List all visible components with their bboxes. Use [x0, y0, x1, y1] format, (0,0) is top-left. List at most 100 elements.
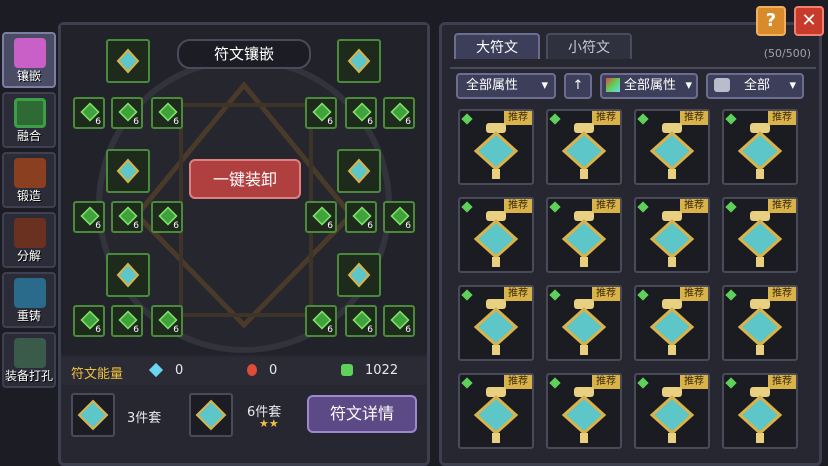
small-rune-slot[interactable]: 6 [383, 201, 415, 233]
rune-icon [473, 123, 519, 179]
set6-slot[interactable] [189, 393, 233, 437]
small-rune-slot[interactable]: 6 [111, 201, 143, 233]
big-rune-slot[interactable] [106, 253, 150, 297]
slot-level: 6 [405, 221, 411, 231]
nav-forge[interactable]: 锻造 [2, 152, 56, 208]
socket-icon [14, 338, 46, 368]
rune-icon [116, 262, 140, 288]
rune-card[interactable]: 推荐 [634, 373, 710, 449]
filter-bar: 全部属性 ▾ ↑ 全部属性 ▾ 全部 ▾ [450, 67, 816, 105]
rune-card[interactable]: 推荐 [634, 109, 710, 185]
rune-details-button[interactable]: 符文详情 [307, 395, 417, 433]
tab-big-rune[interactable]: 大符文 [454, 33, 540, 59]
slot-level: 6 [367, 221, 373, 231]
set-row: 3件套 6件套 ★★ 符文详情 [61, 385, 427, 463]
small-rune-slot[interactable]: 6 [383, 97, 415, 129]
big-rune-slot[interactable] [337, 149, 381, 193]
nav-socket[interactable]: 装备打孔 [2, 332, 56, 388]
green-energy-icon [341, 364, 353, 376]
small-rune-slot[interactable]: 6 [305, 201, 337, 233]
rune-card[interactable]: 推荐 [722, 373, 798, 449]
rune-icon [649, 299, 695, 355]
close-icon: ✕ [801, 10, 817, 31]
rune-icon [649, 123, 695, 179]
energy-blue-value: 0 [175, 363, 184, 378]
slot-level: 6 [327, 325, 333, 335]
rune-count: (50/500) [763, 47, 811, 60]
rune-card[interactable]: 推荐 [546, 373, 622, 449]
small-rune-slot[interactable]: 6 [345, 305, 377, 337]
rune-card[interactable]: 推荐 [722, 197, 798, 273]
nav-inlay-label: 镶嵌 [16, 69, 41, 83]
big-rune-slot[interactable] [106, 39, 150, 83]
chevron-down-icon: ▾ [541, 78, 548, 93]
big-rune-slot[interactable] [337, 39, 381, 83]
energy-red-value: 0 [269, 363, 278, 378]
energy-row: 符文能量 0 0 1022 [61, 357, 427, 385]
small-rune-slot[interactable]: 6 [151, 97, 183, 129]
nav-fusion-label: 融合 [16, 129, 41, 143]
help-icon: ? [765, 10, 777, 31]
help-button[interactable]: ? [756, 6, 786, 36]
slot-level: 6 [133, 117, 139, 127]
close-button[interactable]: ✕ [794, 6, 824, 36]
rune-card[interactable]: 推荐 [722, 109, 798, 185]
nav-recast-label: 重铸 [16, 309, 41, 323]
small-rune-slot[interactable]: 6 [345, 97, 377, 129]
small-rune-slot[interactable]: 6 [151, 305, 183, 337]
sort-order-button[interactable]: ↑ [564, 73, 592, 99]
decompose-icon [14, 218, 46, 248]
rune-icon [116, 158, 140, 184]
slot-level: 6 [173, 117, 179, 127]
chevron-down-icon: ▾ [685, 78, 692, 93]
rune-card[interactable]: 推荐 [634, 285, 710, 361]
slot-level: 6 [173, 325, 179, 335]
rune-card[interactable]: 推荐 [458, 285, 534, 361]
type-filter-label: 全部 [744, 78, 771, 93]
rune-card[interactable]: 推荐 [458, 373, 534, 449]
chevron-down-icon: ▾ [789, 78, 796, 93]
attribute-filter-dropdown[interactable]: 全部属性 ▾ [456, 73, 556, 99]
rune-icon [473, 211, 519, 267]
rune-card[interactable]: 推荐 [722, 285, 798, 361]
set3-slot[interactable] [71, 393, 115, 437]
big-rune-slot[interactable] [106, 149, 150, 193]
small-rune-slot[interactable]: 6 [73, 305, 105, 337]
tab-small-rune[interactable]: 小符文 [546, 33, 632, 59]
monster-icon [714, 78, 730, 92]
rune-icon [116, 48, 140, 74]
small-rune-slot[interactable]: 6 [383, 305, 415, 337]
small-rune-slot[interactable]: 6 [345, 201, 377, 233]
one-click-equip-button[interactable]: 一键装卸 [189, 159, 301, 199]
nav-inlay[interactable]: 镶嵌 [2, 32, 56, 88]
blue-energy-icon [148, 362, 164, 378]
small-rune-slot[interactable]: 6 [73, 97, 105, 129]
small-rune-slot[interactable]: 6 [111, 97, 143, 129]
rune-icon [737, 211, 783, 267]
rune-icon [561, 123, 607, 179]
rune-card[interactable]: 推荐 [546, 285, 622, 361]
forge-icon [14, 158, 46, 188]
slot-level: 6 [133, 221, 139, 231]
nav-decompose[interactable]: 分解 [2, 212, 56, 268]
small-rune-slot[interactable]: 6 [73, 201, 105, 233]
board-title: 符文镶嵌 [177, 39, 311, 69]
arrow-up-icon: ↑ [572, 78, 584, 93]
small-rune-slot[interactable]: 6 [151, 201, 183, 233]
attribute-filter2-dropdown[interactable]: 全部属性 ▾ [600, 73, 698, 99]
big-rune-slot[interactable] [337, 253, 381, 297]
rune-card[interactable]: 推荐 [634, 197, 710, 273]
rune-card[interactable]: 推荐 [546, 197, 622, 273]
rune-card[interactable]: 推荐 [458, 197, 534, 273]
slot-level: 6 [95, 325, 101, 335]
small-rune-slot[interactable]: 6 [111, 305, 143, 337]
nav-recast[interactable]: 重铸 [2, 272, 56, 328]
small-rune-slot[interactable]: 6 [305, 97, 337, 129]
rune-card[interactable]: 推荐 [546, 109, 622, 185]
star-rating: ★★ [259, 417, 279, 430]
type-filter-dropdown[interactable]: 全部 ▾ [706, 73, 804, 99]
nav-fusion[interactable]: 融合 [2, 92, 56, 148]
rune-card[interactable]: 推荐 [458, 109, 534, 185]
small-rune-slot[interactable]: 6 [305, 305, 337, 337]
recast-icon [14, 278, 46, 308]
